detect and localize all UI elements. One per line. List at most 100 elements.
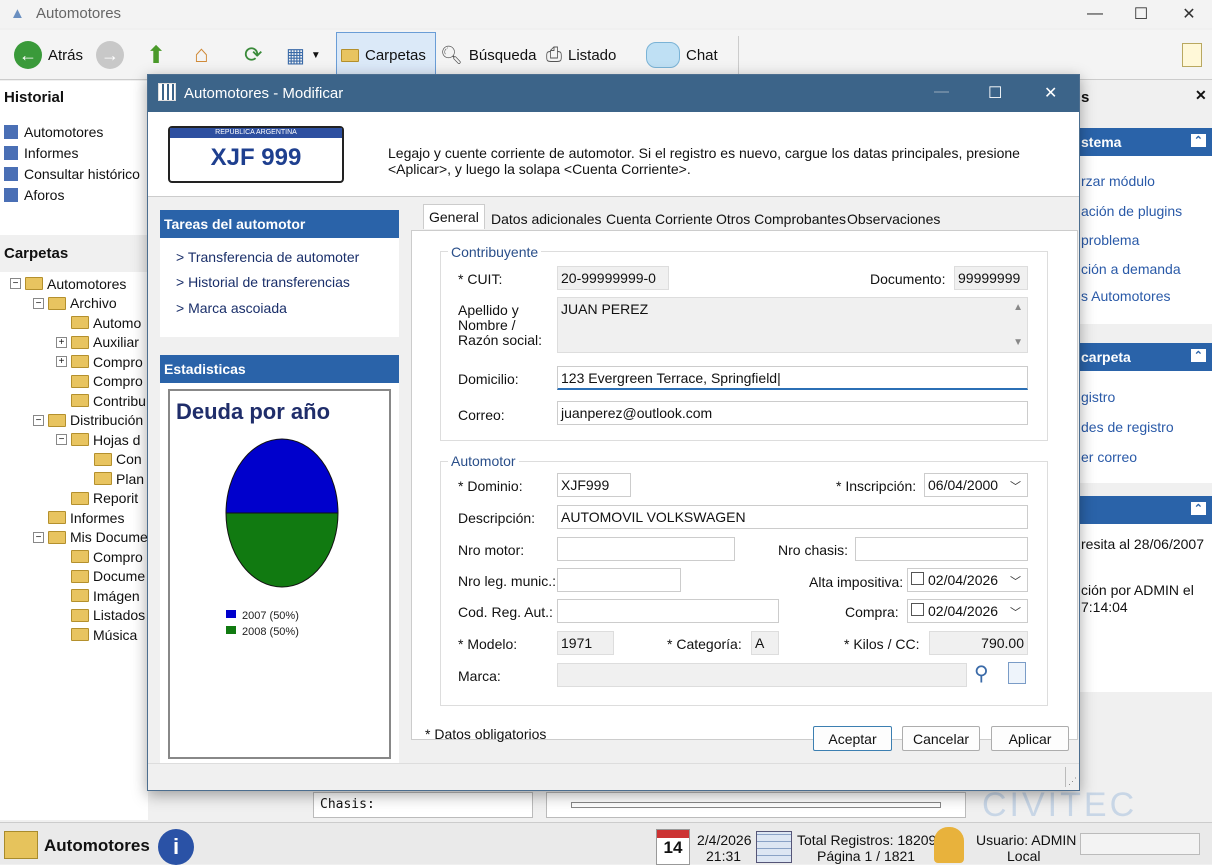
descripcion-field[interactable]: AUTOMOVIL VOLKSWAGEN <box>557 505 1028 529</box>
tree-item[interactable]: Imágen <box>0 586 148 606</box>
historial-item[interactable]: Informes <box>4 142 140 163</box>
tree-item[interactable]: Reporit <box>0 489 148 509</box>
nro-motor-field[interactable] <box>557 537 735 561</box>
home-button[interactable]: ⌂ <box>190 36 213 74</box>
chat-button[interactable]: Chat <box>642 36 722 74</box>
new-document-icon[interactable] <box>1008 662 1026 684</box>
marca-field[interactable] <box>557 663 967 687</box>
cancelar-button[interactable]: Cancelar <box>902 726 980 751</box>
tree-item[interactable]: − Distribución <box>0 411 148 431</box>
tree-item[interactable]: Docume <box>0 567 148 587</box>
sistema-link[interactable]: ción a demanda <box>1081 261 1181 277</box>
search-icon[interactable]: ⚲ <box>974 661 989 686</box>
forward-button[interactable]: → <box>92 36 128 74</box>
maximize-button[interactable]: ☐ <box>1118 0 1164 28</box>
expand-icon[interactable]: + <box>56 336 67 348</box>
close-panel-icon[interactable]: ✕ <box>1195 87 1207 104</box>
historial-item[interactable]: Consultar histórico <box>4 163 140 184</box>
tree-item[interactable]: Contribu <box>0 391 148 411</box>
alta-checkbox[interactable] <box>911 572 924 585</box>
tab-datos-adicionales[interactable]: Datos adicionales <box>486 207 607 230</box>
back-button[interactable]: ← Atrás <box>10 36 87 74</box>
sistema-link[interactable]: problema <box>1081 232 1139 248</box>
tree-item[interactable]: − Mis Docume <box>0 528 148 548</box>
historial-item[interactable]: Automotores <box>4 121 140 142</box>
collapse-icon[interactable]: − <box>56 434 67 446</box>
task-link[interactable]: > Marca ascoiada <box>176 300 287 316</box>
domicilio-field[interactable]: 123 Evergreen Terrace, Springfield| <box>557 366 1028 390</box>
close-button[interactable]: ✕ <box>1166 0 1212 28</box>
collapse-icon[interactable]: ⌃ <box>1190 134 1206 147</box>
sistema-link[interactable]: rzar módulo <box>1081 173 1155 189</box>
tree-item[interactable]: Informes <box>0 508 148 528</box>
cod-reg-field[interactable] <box>557 599 779 623</box>
tree-item[interactable]: − Hojas d <box>0 430 148 450</box>
tab-general[interactable]: General <box>423 204 485 229</box>
tab-otros-comprobantes[interactable]: Otros Comprobantes <box>711 207 851 230</box>
carpetas-button[interactable]: Carpetas <box>336 32 436 78</box>
sistema-link[interactable]: s Automotores <box>1081 288 1171 304</box>
refresh-button[interactable]: ⟳ <box>240 36 266 74</box>
tree-item[interactable]: Música <box>0 625 148 645</box>
categoria-field[interactable]: A <box>751 631 779 655</box>
tab-cuenta-corriente[interactable]: Cuenta Corriente <box>601 207 718 230</box>
compra-checkbox[interactable] <box>911 603 924 616</box>
task-link[interactable]: > Historial de transferencias <box>176 274 350 290</box>
kilos-field[interactable]: 790.00 <box>929 631 1028 655</box>
busqueda-button[interactable]: 🔍︎ Búsqueda <box>436 36 540 74</box>
listado-button[interactable]: ⎙ Listado <box>542 36 620 74</box>
modelo-field[interactable]: 1971 <box>557 631 614 655</box>
dialog-minimize-button[interactable]: — <box>934 83 949 100</box>
carpeta-link[interactable]: des de registro <box>1081 419 1174 435</box>
collapse-icon[interactable]: − <box>33 531 44 543</box>
aplicar-button[interactable]: Aplicar <box>991 726 1069 751</box>
compra-value: 02/04/2026 <box>928 603 999 619</box>
dialog-maximize-button[interactable]: ☐ <box>988 83 1002 103</box>
tree-item[interactable]: + Compro <box>0 352 148 372</box>
tree-item[interactable]: + Auxiliar <box>0 333 148 353</box>
historial-item[interactable]: Aforos <box>4 184 140 205</box>
tree-item[interactable]: Compro <box>0 547 148 567</box>
dialog-close-button[interactable]: ✕ <box>1044 83 1057 103</box>
nombre-field[interactable]: JUAN PEREZ ▲ ▼ <box>557 297 1028 353</box>
alta-impositiva-date[interactable]: 02/04/2026 ﹀ <box>907 568 1028 592</box>
new-note-button[interactable] <box>1178 36 1206 74</box>
info-icon[interactable]: i <box>158 829 194 865</box>
tree-item[interactable]: − Automotores <box>0 274 148 294</box>
tree-item[interactable]: Automo <box>0 313 148 333</box>
tree-item[interactable]: Listados <box>0 606 148 626</box>
nro-leg-field[interactable] <box>557 568 681 592</box>
aceptar-button[interactable]: Aceptar <box>813 726 892 751</box>
resize-grip-icon[interactable]: ⋰ <box>1068 776 1077 787</box>
stats-title: Estadisticas <box>160 355 399 383</box>
tree-item[interactable]: Plan <box>0 469 148 489</box>
automotor-legend: Automotor <box>448 453 519 469</box>
inscripcion-date[interactable]: 06/04/2000 ﹀ <box>924 473 1028 497</box>
nro-chasis-field[interactable] <box>855 537 1028 561</box>
tree-item[interactable]: − Archivo <box>0 294 148 314</box>
collapse-icon[interactable]: − <box>10 278 21 290</box>
cuit-field[interactable]: 20-99999999-0 <box>557 266 669 290</box>
documento-field[interactable]: 99999999 <box>954 266 1028 290</box>
collapse-icon[interactable]: ⌃ <box>1190 349 1206 362</box>
expand-icon[interactable]: + <box>56 356 67 368</box>
collapse-icon[interactable]: ⌃ <box>1190 502 1206 515</box>
carpeta-link[interactable]: er correo <box>1081 449 1137 465</box>
tree-item[interactable]: Compro <box>0 372 148 392</box>
compra-date[interactable]: 02/04/2026 ﹀ <box>907 599 1028 623</box>
dominio-field[interactable]: XJF999 <box>557 473 631 497</box>
scroll-down-icon[interactable]: ▼ <box>1013 337 1023 348</box>
sistema-link[interactable]: ación de plugins <box>1081 203 1182 219</box>
collapse-icon[interactable]: − <box>33 297 44 309</box>
view-button[interactable]: ▦ ▼ <box>282 36 325 74</box>
carpeta-link[interactable]: gistro <box>1081 389 1115 405</box>
collapse-icon[interactable]: − <box>33 414 44 426</box>
task-link[interactable]: > Transferencia de automoter <box>176 249 359 265</box>
carpetas-header: Carpetas <box>0 236 148 264</box>
tab-observaciones[interactable]: Observaciones <box>842 207 945 230</box>
tree-item[interactable]: Con <box>0 450 148 470</box>
minimize-button[interactable]: — <box>1072 0 1118 28</box>
correo-field[interactable]: juanperez@outlook.com <box>557 401 1028 425</box>
up-button[interactable]: ⬆ <box>142 36 170 74</box>
scroll-up-icon[interactable]: ▲ <box>1013 302 1023 313</box>
